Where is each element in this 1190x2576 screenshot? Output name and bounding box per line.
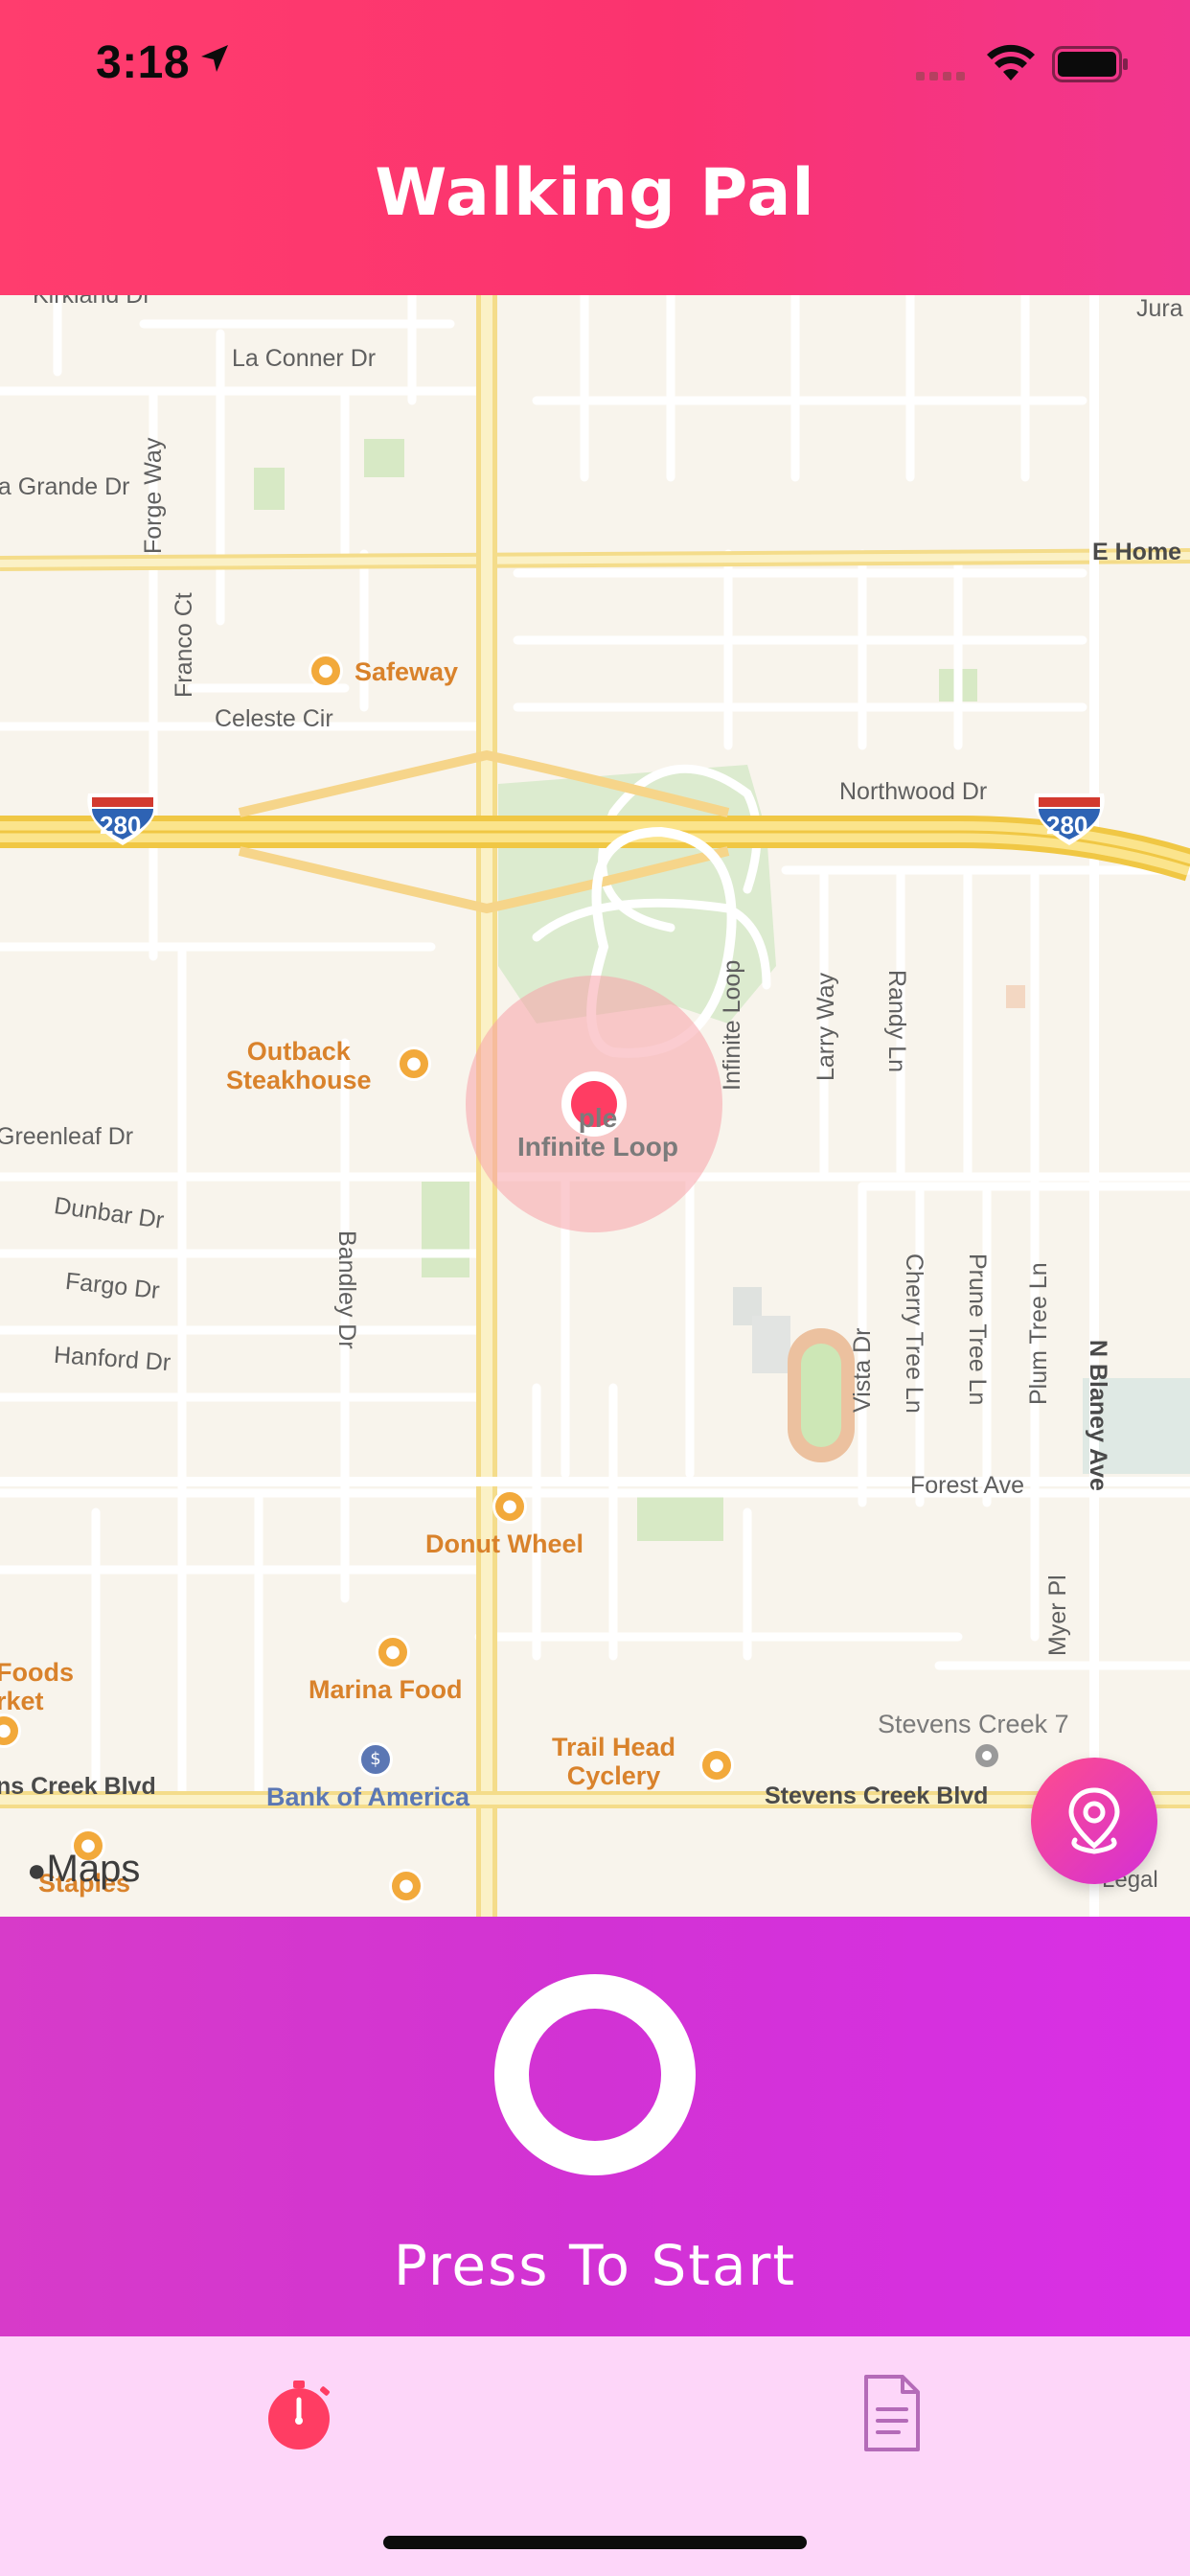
poi-marina-food[interactable]: Marina Food (309, 1675, 463, 1704)
header-bar: 3:18 Walking Pal (0, 0, 1190, 295)
app-screen: 3:18 Walking Pal 280 280 Kirkland Dr La … (0, 0, 1190, 2576)
location-pin-icon (1068, 1787, 1120, 1854)
highway-shield-label: 280 (100, 811, 142, 840)
location-arrow-icon (197, 42, 232, 80)
street-label: Forest Ave (910, 1472, 1025, 1499)
battery-icon (1052, 46, 1129, 86)
street-label: Stevens Creek Blvd (765, 1782, 989, 1809)
wifi-icon (985, 44, 1037, 86)
document-icon (864, 2375, 920, 2451)
street-label: Kirkland Dr (33, 295, 151, 309)
cellular-signal-icon (916, 67, 970, 85)
app-title: Walking Pal (375, 155, 815, 231)
grocery-pin-icon[interactable]: ● (309, 654, 343, 688)
poi-foods-market[interactable]: Foods rket (0, 1658, 74, 1715)
street-label: N Blaney Ave (1085, 1340, 1111, 1491)
poi-safeway[interactable]: Safeway (355, 657, 458, 686)
street-label: La Grande Dr (0, 473, 130, 500)
street-label: Larry Way (812, 973, 839, 1081)
street-label: Greenleaf Dr (0, 1123, 134, 1150)
poi-bank-of-america[interactable]: Bank of America (266, 1782, 469, 1811)
start-label: Press To Start (393, 2233, 797, 2298)
workout-control-panel: Press To Start (0, 1917, 1190, 2336)
locate-me-button[interactable] (1031, 1758, 1157, 1884)
street-label: Northwood Dr (839, 778, 988, 805)
street-label: Randy Ln (883, 970, 910, 1073)
stopwatch-icon (268, 2380, 330, 2450)
street-label: ns Creek Blvd (0, 1773, 156, 1800)
street-label: Bandley Dr (333, 1230, 360, 1349)
poi-donut-wheel[interactable]: Donut Wheel (425, 1530, 584, 1558)
status-time: 3:18 (96, 37, 191, 88)
street-label: Jura (1136, 295, 1183, 322)
street-label: Myer Pl (1044, 1575, 1071, 1656)
bank-pin-icon[interactable]: $ (358, 1742, 393, 1777)
poi-trail-head-cyclery[interactable]: Trail Head Cyclery (552, 1733, 675, 1790)
tab-history[interactable] (843, 2365, 939, 2461)
street-label: E Home (1092, 539, 1182, 565)
street-label: Cherry Tree Ln (901, 1254, 927, 1414)
highway-shield-label: 280 (1046, 811, 1088, 840)
street-label: Forge Way (140, 437, 167, 554)
bicycle-pin-icon[interactable]: ● (699, 1748, 734, 1782)
street-label: Celeste Cir (215, 705, 333, 732)
apple-logo-icon: ● (27, 1852, 47, 1889)
street-label: Prune Tree Ln (964, 1254, 991, 1406)
grocery-pin-icon[interactable]: ● (389, 1869, 423, 1903)
street-label: Plum Tree Ln (1025, 1262, 1052, 1405)
street-label: Franco Ct (171, 592, 197, 698)
street-label: Infinite Loop (719, 959, 745, 1091)
poi-stevens-creek-7[interactable]: Stevens Creek 7 (878, 1710, 1069, 1739)
map-view[interactable]: 280 280 Kirkland Dr La Conner Dr La Gran… (0, 295, 1190, 1917)
street-label: Vista Dr (849, 1327, 876, 1413)
poi-outback[interactable]: Outback Steakhouse (226, 1037, 372, 1094)
poi-apple-infinite-loop[interactable]: ple Infinite Loop (517, 1104, 678, 1162)
cafe-pin-icon[interactable]: ● (492, 1489, 527, 1524)
street-label: La Conner Dr (232, 345, 377, 372)
tab-stopwatch[interactable] (251, 2365, 347, 2461)
home-indicator[interactable] (383, 2536, 807, 2549)
restaurant-pin-icon[interactable]: ● (397, 1046, 431, 1081)
grocery-pin-icon[interactable]: ● (376, 1635, 410, 1669)
maps-watermark: ●Maps (27, 1848, 141, 1890)
start-button[interactable] (494, 1974, 696, 2175)
